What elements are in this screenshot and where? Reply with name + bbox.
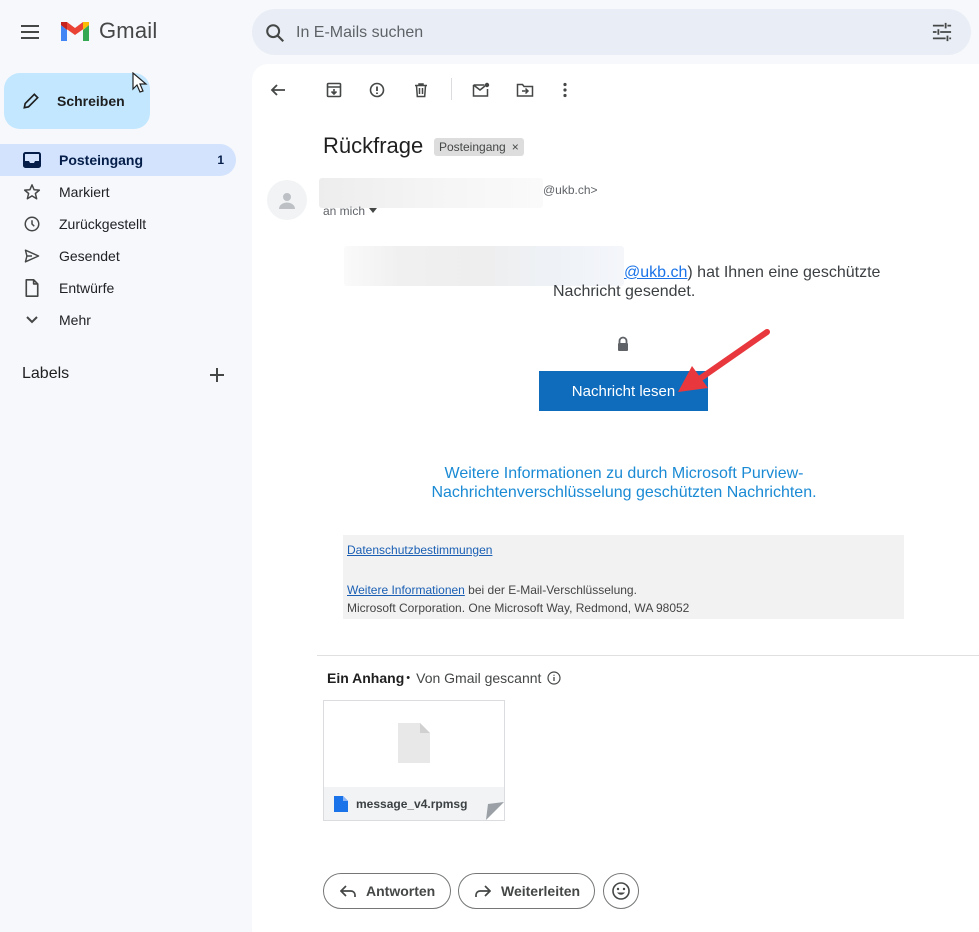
sender-email-link[interactable]: @ukb.ch xyxy=(624,264,687,281)
toolbar-divider xyxy=(451,78,452,100)
sender-email-domain: @ukb.ch> xyxy=(543,183,598,197)
gmail-m-icon xyxy=(61,22,89,41)
reply-icon xyxy=(340,885,356,897)
scan-status: Von Gmail gescannt xyxy=(416,670,542,686)
person-icon xyxy=(279,193,295,209)
separator-dot: • xyxy=(406,672,411,684)
main-menu-button[interactable] xyxy=(18,20,46,44)
attachment-filename: message_v4.rpmsg xyxy=(356,796,468,811)
trash-icon xyxy=(415,83,427,98)
more-vert-icon xyxy=(563,82,567,98)
move-to-button[interactable] xyxy=(513,78,537,102)
back-button[interactable] xyxy=(266,78,290,102)
forward-button[interactable]: Weiterleiten xyxy=(458,873,595,909)
labels-heading: Labels xyxy=(22,365,70,382)
info-icon[interactable] xyxy=(547,671,562,685)
sidebar-item-sent[interactable]: Gesendet xyxy=(0,240,236,272)
caret-down-icon xyxy=(369,208,378,213)
sidebar-item-drafts[interactable]: Entwürfe xyxy=(0,272,236,304)
purview-link-line2: Nachrichtenverschlüsselung geschützten N… xyxy=(431,484,817,501)
attachments-header: Ein Anhang • Von Gmail gescannt xyxy=(327,670,562,686)
attachments-divider xyxy=(317,655,979,656)
attachment-preview xyxy=(324,701,504,787)
purview-link-line1: Weitere Informationen zu durch Microsoft… xyxy=(444,465,804,482)
page-fold-icon xyxy=(486,802,504,820)
mark-unread-icon xyxy=(472,82,490,97)
draft-icon xyxy=(22,278,42,298)
pencil-icon xyxy=(23,93,39,109)
archive-icon xyxy=(326,82,342,98)
move-to-folder-icon xyxy=(516,83,534,97)
more-info-line: Weitere Informationen bei der E-Mail-Ver… xyxy=(347,583,637,597)
search-bar[interactable] xyxy=(252,9,971,55)
attachment-card[interactable]: message_v4.rpmsg xyxy=(323,700,505,821)
report-spam-button[interactable] xyxy=(365,78,389,102)
forward-label: Weiterleiten xyxy=(501,883,581,899)
forward-icon xyxy=(475,885,491,897)
star-icon xyxy=(22,182,42,202)
attachment-count: Ein Anhang xyxy=(327,670,405,686)
send-icon xyxy=(22,246,42,266)
inbox-label-chip[interactable]: Posteingang × xyxy=(434,138,524,156)
compose-label: Schreiben xyxy=(57,93,125,109)
sidebar-item-label: Markiert xyxy=(59,184,110,200)
protected-message-line2: Nachricht gesendet. xyxy=(553,283,696,300)
remove-label-button[interactable]: × xyxy=(512,140,519,154)
email-subject: Rückfrage xyxy=(323,133,424,158)
sidebar-item-label: Entwürfe xyxy=(59,280,115,296)
sidebar-item-label: Mehr xyxy=(59,312,91,328)
chevron-down-icon xyxy=(22,310,42,330)
delete-button[interactable] xyxy=(409,78,433,102)
reply-label: Antworten xyxy=(366,883,436,899)
encryption-footer: Datenschutzbestimmungen Weitere Informat… xyxy=(343,535,904,619)
sidebar-item-label: Gesendet xyxy=(59,248,120,264)
file-icon xyxy=(398,723,430,763)
report-icon xyxy=(369,82,385,98)
search-input[interactable] xyxy=(294,20,898,46)
archive-button[interactable] xyxy=(322,78,346,102)
sidebar-item-starred[interactable]: Markiert xyxy=(0,176,236,208)
sender-address-redacted xyxy=(344,246,624,286)
more-info-link[interactable]: Weitere Informationen xyxy=(347,583,465,597)
sidebar-item-more[interactable]: Mehr xyxy=(0,304,236,336)
sidebar-item-label: Zurückgestellt xyxy=(59,216,147,232)
app-name: Gmail xyxy=(99,18,158,43)
reply-button[interactable]: Antworten xyxy=(323,873,451,909)
arrow-left-icon xyxy=(270,84,285,96)
inbox-icon xyxy=(22,150,42,170)
hamburger-menu-icon xyxy=(21,25,39,39)
gmail-logo[interactable]: Gmail xyxy=(59,18,157,44)
recipient-details-toggle[interactable]: an mich xyxy=(323,204,378,218)
annotation-arrow-icon xyxy=(678,329,770,392)
add-label-icon[interactable] xyxy=(207,365,227,385)
more-options-button[interactable] xyxy=(553,78,577,102)
document-icon xyxy=(334,795,348,812)
sidebar-nav: Posteingang 1 Markiert Zurückgestellt Ge… xyxy=(0,144,252,336)
company-address: Microsoft Corporation. One Microsoft Way… xyxy=(347,601,690,615)
more-info-text: bei der E-Mail-Verschlüsselung. xyxy=(464,583,637,597)
unread-count: 1 xyxy=(217,153,224,167)
sidebar-item-inbox[interactable]: Posteingang 1 xyxy=(0,144,236,176)
search-icon[interactable] xyxy=(264,22,286,44)
emoji-reaction-button[interactable] xyxy=(603,873,639,909)
purview-info-link[interactable]: Weitere Informationen zu durch Microsoft… xyxy=(330,464,918,502)
compose-button[interactable]: Schreiben xyxy=(4,73,150,129)
protected-message-text: ) hat Ihnen eine geschützte xyxy=(687,264,881,281)
label-chip-text: Posteingang xyxy=(439,140,506,154)
recipient-text: an mich xyxy=(323,204,366,218)
sidebar-item-label: Posteingang xyxy=(59,152,144,168)
lock-icon xyxy=(618,336,628,351)
mouse-cursor-icon xyxy=(132,72,148,93)
privacy-link[interactable]: Datenschutzbestimmungen xyxy=(347,543,492,557)
protected-message-line1: @ukb.ch) hat Ihnen eine geschützte xyxy=(624,264,880,282)
clock-icon xyxy=(22,214,42,234)
sidebar-item-snoozed[interactable]: Zurückgestellt xyxy=(0,208,236,240)
search-options-icon[interactable] xyxy=(931,22,953,42)
smiley-icon xyxy=(612,882,630,900)
sender-avatar[interactable] xyxy=(267,180,307,220)
mark-unread-button[interactable] xyxy=(469,78,493,102)
